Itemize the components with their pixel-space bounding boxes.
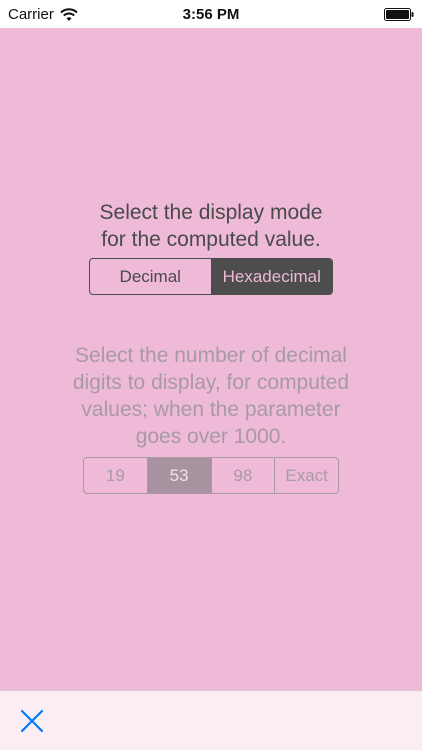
- display-mode-prompt: Select the display mode for the computed…: [61, 199, 361, 253]
- segment-digits-19[interactable]: 19: [84, 458, 147, 493]
- display-mode-prompt-line: for the computed value.: [101, 228, 321, 251]
- decimal-digits-prompt-line: digits to display, for computed: [72, 371, 350, 394]
- decimal-digits-prompt-line: values; when the parameter: [81, 398, 341, 421]
- segment-digits-53[interactable]: 53: [146, 458, 211, 493]
- segment-hexadecimal[interactable]: Hexadecimal: [210, 259, 332, 294]
- decimal-digits-segmented-control: 19 53 98 Exact: [83, 457, 339, 494]
- segment-decimal[interactable]: Decimal: [90, 259, 211, 294]
- decimal-digits-prompt-line: goes over 1000.: [135, 425, 287, 448]
- status-bar: Carrier 3:56 PM: [0, 0, 422, 28]
- close-icon[interactable]: [19, 708, 45, 734]
- bottom-toolbar: [0, 690, 422, 750]
- status-time: 3:56 PM: [182, 6, 240, 23]
- segment-digits-exact[interactable]: Exact: [274, 458, 338, 493]
- display-mode-segmented-control: Decimal Hexadecimal: [89, 258, 333, 295]
- display-mode-prompt-line: Select the display mode: [99, 201, 323, 224]
- battery-icon: [384, 8, 414, 21]
- decimal-digits-prompt: Select the number of decimal digits to d…: [51, 342, 371, 450]
- display-mode-section: Select the display mode for the computed…: [0, 199, 422, 295]
- decimal-digits-section: Select the number of decimal digits to d…: [0, 342, 422, 494]
- segment-digits-98[interactable]: 98: [210, 458, 275, 493]
- decimal-digits-prompt-line: Select the number of decimal: [75, 344, 347, 367]
